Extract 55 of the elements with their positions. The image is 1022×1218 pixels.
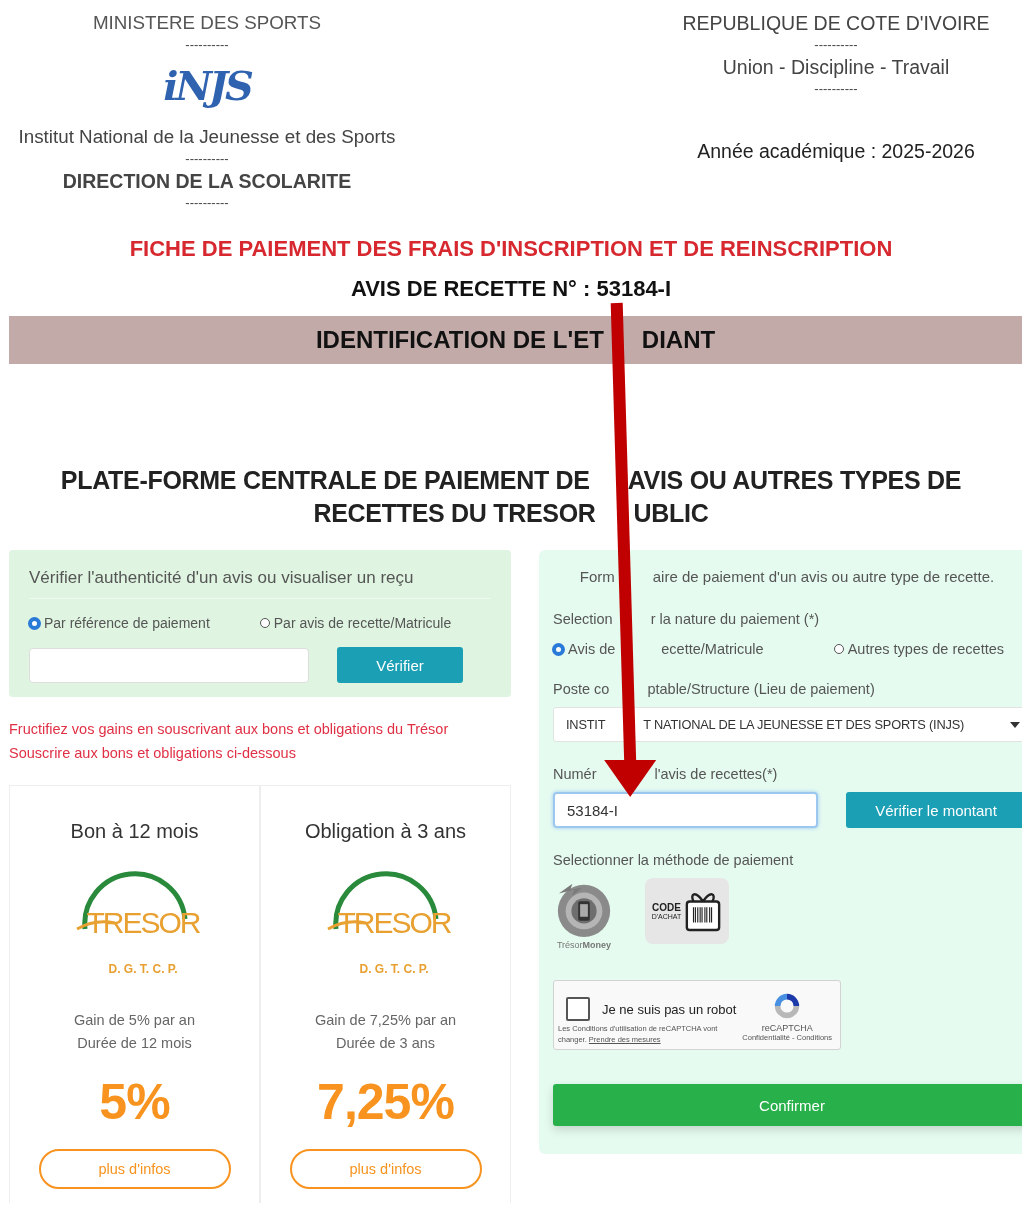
dashed-rule: ---------- xyxy=(185,150,229,168)
rate-value: 7,25% xyxy=(317,1073,454,1131)
radio-option[interactable]: Avis de ecette/Matricule xyxy=(553,641,764,657)
captcha-brand: reCAPTCHA xyxy=(761,1023,813,1033)
payment-method[interactable]: TrésorMoney xyxy=(553,878,615,950)
caret-icon xyxy=(1010,721,1020,728)
page-heading: UBLIC xyxy=(633,498,709,529)
reference-field[interactable] xyxy=(29,647,309,683)
field-label: r la nature du paiement (*) xyxy=(650,611,820,627)
radio-option[interactable]: Autres types de recettes xyxy=(833,641,1004,657)
field-label: Numér xyxy=(553,766,597,782)
promo-text: Fructifiez vos gains en souscrivant aux bons et obligations du Trésor xyxy=(9,720,450,739)
logo: iNJS xyxy=(163,61,251,111)
radio-option[interactable]: Par référence de paiement xyxy=(29,615,210,631)
card-title: aire de paiement d'un avis ou autre type de recette. xyxy=(652,568,995,585)
bond-title: Bon à 12 mois xyxy=(70,820,199,843)
header-text: REPUBLIQUE DE COTE D'IVOIRE xyxy=(682,12,990,34)
field-label: l'avis de recettes(*) xyxy=(654,766,778,782)
method-caption: TrésorMoney xyxy=(556,940,612,950)
header-text: Institut National de la Jeunesse et des Sports xyxy=(18,126,396,148)
structure-select[interactable]: INSTIT T NATIONAL DE LA JEUNESSE ET DES SPORTS (INJS) xyxy=(553,707,1022,742)
bond-detail: Durée de 3 ans xyxy=(335,1034,436,1053)
page-heading: RECETTES DU TRESOR xyxy=(313,498,596,529)
field-label: Selectionner la méthode de paiement xyxy=(553,852,795,868)
card-title: Form xyxy=(579,568,615,585)
dashed-rule: ---------- xyxy=(814,36,858,54)
band-title: IDENTIFICATION DE L'ET xyxy=(315,325,604,355)
department-title: DIRECTION DE LA SCOLARITE xyxy=(62,170,352,192)
promo-text: Souscrire aux bons et obligations ci-dessous xyxy=(9,744,297,763)
field-label: Poste co xyxy=(553,681,610,697)
gift-barcode-icon xyxy=(684,890,723,932)
receipt-number: AVIS DE RECETTE N° : 53184-I xyxy=(350,276,672,301)
receipt-field[interactable]: 53184-I xyxy=(553,792,818,828)
band-title: DIANT xyxy=(641,325,716,355)
dashed-rule: ---------- xyxy=(185,194,229,212)
bond-title: Obligation à 3 ans xyxy=(304,820,467,843)
dashed-rule: ---------- xyxy=(814,80,858,98)
captcha-checkbox[interactable] xyxy=(566,997,590,1021)
radio-option[interactable]: Par avis de recette/Matricule xyxy=(259,615,452,631)
card-title: Vérifier l'authenticité d'un avis ou visualiser un reçu xyxy=(29,568,491,599)
bond-detail: Gain de 5% par an xyxy=(74,1011,195,1030)
field-label: Selection xyxy=(553,611,613,627)
academic-year: Année académique : 2025-2026 xyxy=(697,140,975,162)
code-label: CODE xyxy=(652,902,681,913)
bond-detail: Gain de 7,25% par an xyxy=(314,1011,457,1030)
page-heading: PLATE-FORME CENTRALE DE PAIEMENT DE xyxy=(60,465,590,496)
captcha-label: Je ne suis pas un robot xyxy=(602,1001,737,1017)
dashed-rule: ---------- xyxy=(185,36,229,54)
page-heading: AVIS OU AUTRES TYPES DE xyxy=(627,465,962,496)
field-label: ptable/Structure (Lieu de paiement) xyxy=(647,681,875,697)
rate-value: 5% xyxy=(99,1073,170,1131)
bond-detail: Durée de 12 mois xyxy=(77,1034,192,1053)
form-title: FICHE DE PAIEMENT DES FRAIS D'INSCRIPTION ET DE REINSCRIPTION xyxy=(128,236,894,262)
header-text: Union - Discipline - Travail xyxy=(722,56,950,78)
header-text: MINISTERE DES SPORTS xyxy=(92,12,322,34)
